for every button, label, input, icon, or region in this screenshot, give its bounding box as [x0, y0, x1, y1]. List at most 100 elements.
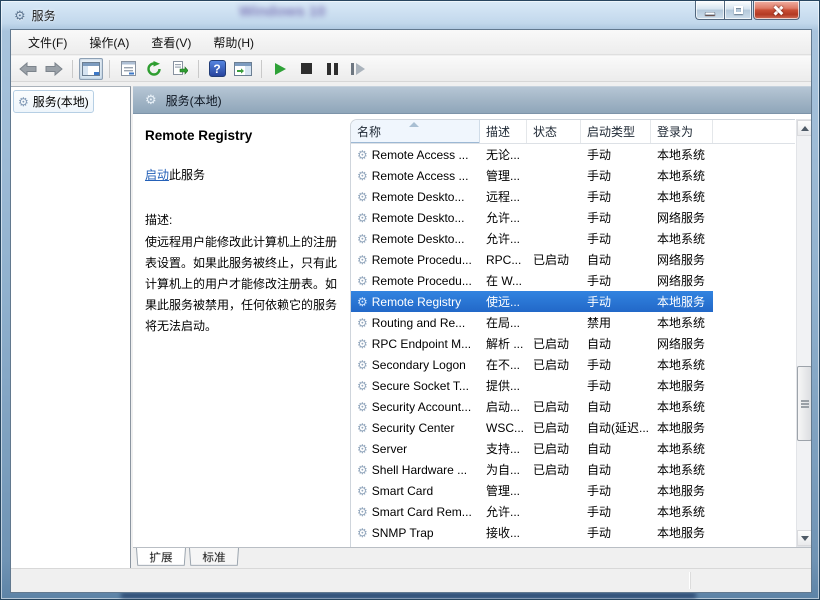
show-console-tree-button[interactable] [79, 58, 103, 80]
column-header-description[interactable]: 描述 [480, 120, 527, 143]
cell-status: 已启动 [527, 417, 581, 438]
service-gear-icon: ⚙ [357, 274, 368, 288]
table-row[interactable]: ⚙Remote Procedu...在 W...手动网络服务 [351, 270, 795, 291]
help-icon: ? [209, 60, 226, 77]
menu-item-view[interactable]: 查看(V) [142, 31, 200, 54]
cell-logon: 本地系统 [651, 501, 713, 522]
cell-logon: 本地服务 [651, 375, 713, 396]
stop-service-icon [301, 63, 312, 74]
start-service-link[interactable]: 启动 [145, 168, 169, 182]
tree-item-label: 服务(本地) [33, 93, 89, 110]
restart-service-button[interactable] [346, 58, 370, 80]
service-gear-icon: ⚙ [357, 379, 368, 393]
cell-startup: 禁用 [581, 312, 651, 333]
scroll-up-button[interactable] [797, 120, 811, 136]
refresh-button[interactable] [142, 58, 166, 80]
thumb-grip [801, 400, 809, 402]
table-row[interactable]: ⚙Remote Procedu...RPC...已启动自动网络服务 [351, 249, 795, 270]
cell-name: ⚙Smart Card Rem... [351, 501, 480, 522]
cell-status [527, 291, 581, 312]
cell-name: ⚙Remote Access ... [351, 144, 480, 165]
tree-item-services-local[interactable]: ⚙ 服务(本地) [13, 90, 94, 113]
maximize-icon [734, 6, 743, 14]
tab-standard[interactable]: 标准 [189, 548, 239, 566]
gear-icon: ⚙ [18, 95, 29, 109]
table-row[interactable]: ⚙Secondary Logon在不...已启动手动本地系统 [351, 354, 795, 375]
table-row[interactable]: ⚙Routing and Re...在局...禁用本地系统 [351, 312, 795, 333]
cell-desc: 解析 ... [480, 333, 527, 354]
service-gear-icon: ⚙ [357, 442, 368, 456]
cell-status [527, 165, 581, 186]
table-row[interactable]: ⚙Remote Access ...无论...手动本地系统 [351, 144, 795, 165]
cell-logon: 本地系统 [651, 228, 713, 249]
forward-button[interactable] [42, 58, 66, 80]
start-service-button[interactable] [268, 58, 292, 80]
menu-item-file[interactable]: 文件(F) [19, 31, 76, 54]
cell-desc: 提供... [480, 375, 527, 396]
table-row[interactable]: ⚙RPC Endpoint M...解析 ...已启动自动网络服务 [351, 333, 795, 354]
cell-desc: RPC... [480, 249, 527, 270]
table-row[interactable]: ⚙Shell Hardware ...为自...已启动自动本地系统 [351, 459, 795, 480]
menu-item-help[interactable]: 帮助(H) [204, 31, 263, 54]
forward-icon [44, 62, 64, 76]
back-button[interactable] [16, 58, 40, 80]
cell-logon: 本地系统 [651, 186, 713, 207]
column-header-status[interactable]: 状态 [527, 120, 581, 143]
title-bar[interactable]: ⚙ 服务 [1, 1, 819, 29]
table-row[interactable]: ⚙SNMP Trap接收...手动本地服务 [351, 522, 795, 543]
show-console-tree-icon [82, 62, 100, 76]
service-gear-icon: ⚙ [357, 169, 368, 183]
cell-logon: 本地系统 [651, 438, 713, 459]
table-row[interactable]: ⚙Smart Card管理...手动本地服务 [351, 480, 795, 501]
cell-name: ⚙Secondary Logon [351, 354, 480, 375]
help-button[interactable]: ? [205, 58, 229, 80]
column-header-logon-as[interactable]: 登录为 [651, 120, 713, 143]
minimize-button[interactable] [695, 1, 724, 20]
cell-status: 已启动 [527, 354, 581, 375]
table-row[interactable]: ⚙Security CenterWSC...已启动自动(延迟...本地服务 [351, 417, 795, 438]
show-action-pane-button[interactable] [231, 58, 255, 80]
column-header-startup-type[interactable]: 启动类型 [581, 120, 651, 143]
table-row[interactable]: ⚙Smart Card Rem...允许...手动本地系统 [351, 501, 795, 522]
cell-desc: 启动... [480, 396, 527, 417]
status-bar-divider [690, 572, 691, 589]
maximize-button[interactable] [724, 1, 752, 20]
table-row[interactable]: ⚙Security Account...启动...已启动自动本地系统 [351, 396, 795, 417]
cell-logon: 本地服务 [651, 522, 713, 543]
scroll-down-button[interactable] [797, 530, 811, 546]
close-button[interactable] [753, 1, 800, 20]
services-list: 名称 描述 状态 启动类型 登录为 ⚙Remote Access ...无论..… [350, 119, 795, 547]
cell-logon: 本地服务 [651, 417, 713, 438]
properties-button[interactable] [116, 58, 140, 80]
tab-extended[interactable]: 扩展 [136, 548, 186, 566]
table-row[interactable]: ⚙Remote Access ...管理...手动本地系统 [351, 165, 795, 186]
scrollbar-thumb[interactable] [797, 366, 811, 441]
cell-logon: 本地服务 [651, 480, 713, 501]
toolbar: ? [11, 56, 811, 82]
table-row[interactable]: ⚙Remote Deskto...允许...手动网络服务 [351, 207, 795, 228]
table-row[interactable]: ⚙Remote Deskto...远程...手动本地系统 [351, 186, 795, 207]
cell-status [527, 144, 581, 165]
export-list-button[interactable] [168, 58, 192, 80]
table-row[interactable]: ⚙Remote Registry使远...手动本地服务 [351, 291, 795, 312]
menu-item-action[interactable]: 操作(A) [80, 31, 138, 54]
cell-logon: 本地系统 [651, 165, 713, 186]
cell-logon: 网络服务 [651, 249, 713, 270]
cell-startup: 手动 [581, 375, 651, 396]
cell-desc: 允许... [480, 228, 527, 249]
cell-desc: 在局... [480, 312, 527, 333]
cell-logon: 本地服务 [651, 291, 713, 312]
table-row[interactable]: ⚙Remote Deskto...允许...手动本地系统 [351, 228, 795, 249]
table-row[interactable]: ⚙Secure Socket T...提供...手动本地服务 [351, 375, 795, 396]
arrow-down-icon [801, 536, 809, 541]
pause-service-button[interactable] [320, 58, 344, 80]
console-tree-panel: ⚙ 服务(本地) [11, 86, 131, 568]
status-bar [11, 568, 811, 592]
table-row[interactable]: ⚙Server支持...已启动自动本地系统 [351, 438, 795, 459]
column-header-name[interactable]: 名称 [351, 120, 480, 143]
stop-service-button[interactable] [294, 58, 318, 80]
cell-name: ⚙Remote Deskto... [351, 186, 480, 207]
pane-header-title: 服务(本地) [166, 92, 222, 109]
vertical-scrollbar[interactable] [796, 119, 811, 547]
cell-desc: 允许... [480, 207, 527, 228]
